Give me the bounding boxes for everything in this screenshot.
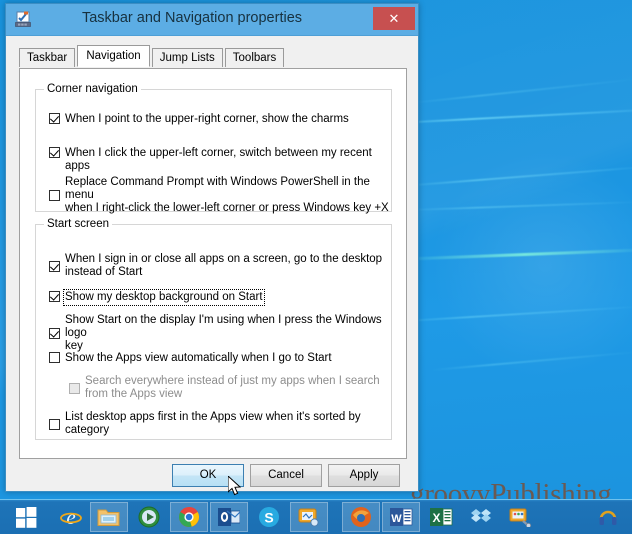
cancel-button[interactable]: Cancel [250, 464, 322, 487]
dropbox-icon[interactable] [462, 502, 500, 532]
checkbox-row-powershell[interactable]: Replace Command Prompt with Windows Powe… [49, 176, 391, 215]
checkbox-label-go-to-desktop: When I sign in or close all apps on a sc… [65, 253, 383, 278]
checkbox-row-desktop-background[interactable]: Show my desktop background on Start [49, 289, 265, 306]
checkbox-row-go-to-desktop[interactable]: When I sign in or close all apps on a sc… [49, 253, 382, 279]
navigation-tab-panel: Corner navigation When I point to the up… [19, 68, 407, 459]
checkbox-label-powershell: Replace Command Prompt with Windows Powe… [65, 176, 389, 214]
checkbox-row-start-on-display[interactable]: Show Start on the display I'm using when… [49, 314, 391, 353]
checkbox-row-charms[interactable]: When I point to the upper-right corner, … [49, 113, 349, 126]
taskbar-navigation-properties-dialog: Taskbar and Navigation properties ✕ Task… [5, 3, 419, 492]
checkbox-recent-apps[interactable] [49, 147, 60, 158]
checkbox-apps-view[interactable] [49, 352, 60, 363]
checkbox-powershell[interactable] [49, 190, 60, 201]
windows-media-player-icon[interactable] [130, 502, 168, 532]
apply-button[interactable]: Apply [328, 464, 400, 487]
checkbox-label-search-everywhere: Search everywhere instead of just my app… [85, 375, 380, 400]
firefox-icon[interactable] [342, 502, 380, 532]
desktop-glow [430, 150, 632, 380]
start-screen-group: Start screen When I sign in or close all… [35, 218, 392, 440]
window-title: Taskbar and Navigation properties [81, 10, 303, 26]
checkbox-label-recent-apps: When I click the upper-left corner, swit… [65, 147, 372, 172]
checkbox-label-list-desktop-apps: List desktop apps first in the Apps view… [65, 411, 361, 436]
checkbox-desktop-background[interactable] [49, 291, 60, 302]
checkbox-row-list-desktop-apps[interactable]: List desktop apps first in the Apps view… [49, 411, 361, 437]
checkbox-search-everywhere [69, 382, 80, 394]
start-button[interactable] [4, 502, 48, 532]
checkbox-label-desktop-background: Show my desktop background on Start [63, 289, 265, 306]
dialog-button-bar: OK Cancel Apply [6, 464, 418, 489]
checkbox-row-apps-view[interactable]: Show the Apps view automatically when I … [49, 352, 332, 365]
checkbox-label-apps-view: Show the Apps view automatically when I … [65, 352, 332, 364]
checkbox-label-start-on-display: Show Start on the display I'm using when… [65, 314, 382, 352]
word-icon[interactable]: W [382, 502, 420, 532]
checkbox-charms[interactable] [49, 113, 60, 124]
checkbox-go-to-desktop[interactable] [49, 260, 60, 272]
taskbar: e S W X [0, 499, 632, 534]
snipping-tool-icon[interactable] [290, 502, 328, 532]
tab-taskbar[interactable]: Taskbar [19, 48, 76, 67]
close-icon[interactable]: ✕ [373, 7, 415, 30]
tab-navigation[interactable]: Navigation [77, 45, 150, 67]
headphones-tray-icon[interactable] [588, 502, 628, 532]
start-screen-legend: Start screen [44, 218, 112, 230]
google-chrome-icon[interactable] [170, 502, 208, 532]
svg-text:S: S [264, 510, 273, 526]
corner-navigation-group: Corner navigation When I point to the up… [35, 83, 392, 215]
excel-icon[interactable]: X [422, 502, 460, 532]
ok-button[interactable]: OK [172, 464, 244, 487]
file-explorer-icon[interactable] [90, 502, 128, 532]
corner-navigation-legend: Corner navigation [44, 83, 141, 95]
svg-text:e: e [66, 505, 75, 529]
checkbox-start-on-display[interactable] [49, 328, 60, 339]
checkbox-label-charms: When I point to the upper-right corner, … [65, 113, 349, 125]
checkbox-row-recent-apps[interactable]: When I click the upper-left corner, swit… [49, 147, 391, 173]
internet-explorer-icon[interactable]: e [52, 502, 90, 532]
checkbox-list-desktop-apps[interactable] [49, 418, 60, 430]
tab-toolbars[interactable]: Toolbars [224, 48, 285, 67]
title-bar: Taskbar and Navigation properties ✕ [6, 4, 418, 36]
tab-jump-lists[interactable]: Jump Lists [151, 48, 223, 67]
paint-icon[interactable] [502, 502, 540, 532]
svg-text:W: W [391, 513, 402, 525]
svg-text:X: X [432, 511, 440, 525]
checkbox-row-search-everywhere: Search everywhere instead of just my app… [69, 375, 380, 401]
desktop-streak [410, 77, 632, 105]
tab-strip: Taskbar Navigation Jump Lists Toolbars [19, 45, 285, 69]
outlook-icon[interactable] [210, 502, 248, 532]
skype-icon[interactable]: S [250, 502, 288, 532]
